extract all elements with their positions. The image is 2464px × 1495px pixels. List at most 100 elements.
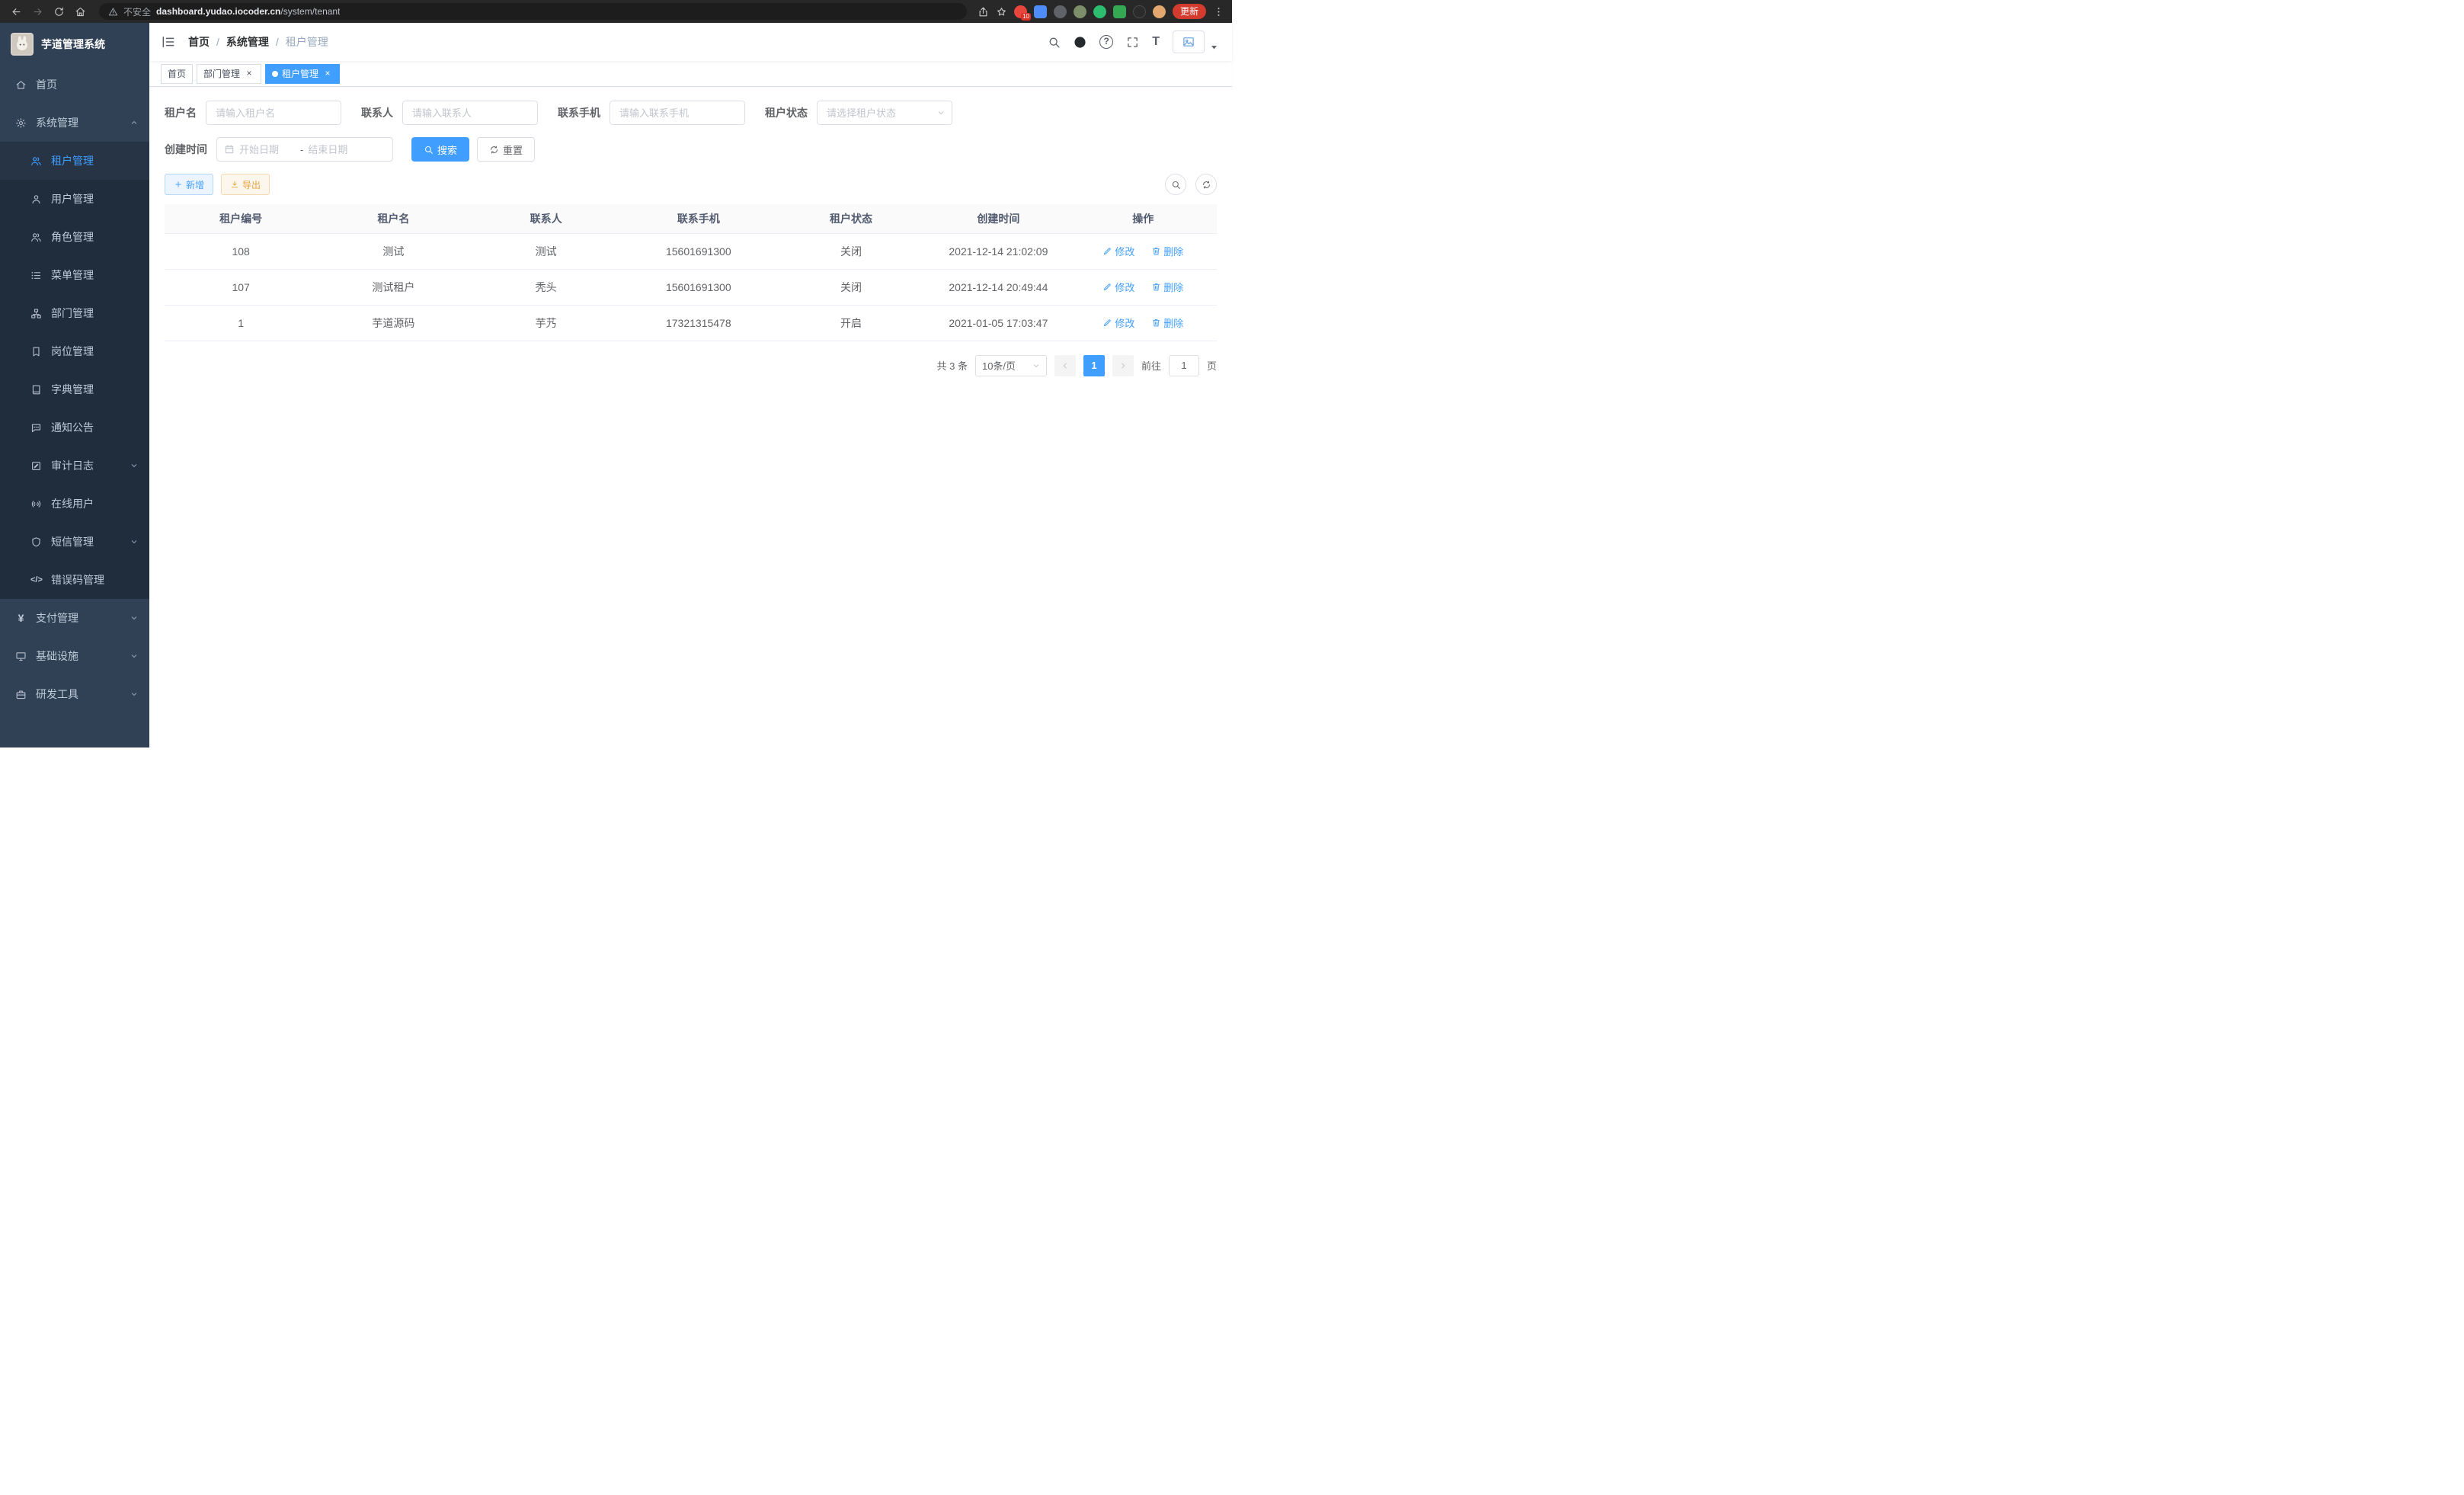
profile-avatar[interactable]: [1153, 5, 1166, 18]
extension-icon-1[interactable]: [1014, 5, 1027, 18]
table-row: 107 测试租户 秃头 15601691300 关闭 2021-12-14 20…: [165, 269, 1217, 305]
browser-reload-button[interactable]: [50, 3, 67, 20]
search-button[interactable]: 搜索: [411, 137, 469, 162]
close-icon[interactable]: ×: [244, 69, 254, 79]
bookmark-star-icon[interactable]: [996, 6, 1007, 18]
github-icon[interactable]: [1074, 36, 1086, 49]
next-page-button[interactable]: [1112, 355, 1134, 376]
calendar-icon: [224, 144, 235, 155]
tenant-name-input[interactable]: [206, 101, 341, 125]
sidebar-item-dictionary[interactable]: 字典管理: [0, 370, 149, 408]
close-icon[interactable]: ×: [322, 69, 333, 79]
trash-icon: [1151, 282, 1161, 292]
sidebar-item-departments[interactable]: 部门管理: [0, 294, 149, 332]
prev-page-button[interactable]: [1054, 355, 1076, 376]
date-range-picker[interactable]: -: [216, 137, 393, 162]
add-button[interactable]: 新增: [165, 174, 213, 195]
sidebar-item-audit-log[interactable]: 审计日志: [0, 447, 149, 485]
cell-tenant-id: 108: [165, 233, 317, 269]
refresh-table-button[interactable]: [1195, 174, 1217, 195]
edit-link[interactable]: 修改: [1102, 244, 1134, 258]
extension-icon-2[interactable]: [1034, 5, 1047, 18]
goto-prefix: 前往: [1141, 358, 1161, 373]
sidebar-item-infrastructure[interactable]: 基础设施: [0, 637, 149, 675]
page-number-button[interactable]: 1: [1083, 355, 1105, 376]
page-content: 租户名 联系人 联系手机 租户状态: [149, 87, 1232, 748]
share-icon[interactable]: [978, 6, 989, 18]
breadcrumb-system[interactable]: 系统管理: [226, 34, 269, 50]
hamburger-icon[interactable]: [161, 34, 176, 50]
url-bar[interactable]: 不安全 dashboard.yudao.iocoder.cn/system/te…: [99, 3, 967, 20]
cell-status: 开启: [775, 305, 927, 341]
sidebar-item-system[interactable]: 系统管理: [0, 104, 149, 142]
chevron-down-icon: [130, 613, 139, 623]
sidebar-item-roles[interactable]: 角色管理: [0, 218, 149, 256]
sidebar-item-users[interactable]: 用户管理: [0, 180, 149, 218]
app-logo: 芋道管理系统: [0, 23, 149, 66]
edit-link[interactable]: 修改: [1102, 315, 1134, 330]
browser-forward-button[interactable]: [29, 3, 46, 20]
sidebar-item-tenant[interactable]: 租户管理: [0, 142, 149, 180]
sidebar-item-sms[interactable]: 短信管理: [0, 523, 149, 561]
sidebar-item-posts[interactable]: 岗位管理: [0, 332, 149, 370]
breadcrumb-home[interactable]: 首页: [188, 34, 210, 50]
sidebar-item-label: 岗位管理: [51, 344, 94, 359]
breadcrumb: 首页 / 系统管理 / 租户管理: [188, 34, 328, 50]
chrome-update-button[interactable]: 更新: [1173, 4, 1206, 19]
sidebar-item-error-codes[interactable]: </> 错误码管理: [0, 561, 149, 599]
fullscreen-icon[interactable]: [1126, 36, 1139, 49]
header-search-icon[interactable]: [1048, 36, 1061, 49]
end-date-input[interactable]: [308, 144, 364, 155]
toggle-search-button[interactable]: [1165, 174, 1186, 195]
extension-icon-3[interactable]: [1054, 5, 1067, 18]
browser-menu-icon[interactable]: [1213, 6, 1224, 18]
status-select[interactable]: [817, 101, 952, 125]
sidebar-item-label: 短信管理: [51, 534, 94, 549]
cell-contact: 测试: [469, 233, 622, 269]
tab-home[interactable]: 首页: [161, 64, 193, 84]
chevron-down-icon: [130, 537, 139, 546]
sidebar-item-home[interactable]: 首页: [0, 66, 149, 104]
chevron-down-icon: [1032, 361, 1041, 370]
goto-page-input[interactable]: [1169, 355, 1199, 376]
shield-icon: [30, 536, 42, 548]
user-avatar-dropdown[interactable]: [1173, 30, 1221, 53]
sidebar-item-payment[interactable]: ¥ 支付管理: [0, 599, 149, 637]
plus-icon: [174, 180, 183, 189]
security-label[interactable]: 不安全: [123, 5, 151, 18]
sidebar-item-notice[interactable]: 通知公告: [0, 408, 149, 447]
sidebar-item-dev-tools[interactable]: 研发工具: [0, 675, 149, 713]
message-icon: [30, 422, 42, 434]
delete-link[interactable]: 删除: [1151, 315, 1183, 330]
export-button[interactable]: 导出: [221, 174, 270, 195]
help-icon[interactable]: ?: [1099, 35, 1113, 49]
status-label: 租户状态: [765, 105, 808, 120]
browser-home-button[interactable]: [72, 3, 88, 20]
create-time-label: 创建时间: [165, 142, 207, 157]
sidebar-item-menus[interactable]: 菜单管理: [0, 256, 149, 294]
pagination: 共 3 条 10条/页 1 前往 页: [165, 355, 1217, 376]
tab-departments[interactable]: 部门管理 ×: [197, 64, 261, 84]
page-size-select[interactable]: 10条/页: [975, 355, 1047, 376]
extension-icon-6[interactable]: [1113, 5, 1126, 18]
tab-tenant[interactable]: 租户管理 ×: [265, 64, 340, 84]
refresh-icon: [489, 145, 499, 155]
font-size-icon[interactable]: T: [1152, 35, 1160, 49]
extension-icon-7[interactable]: [1133, 5, 1146, 18]
delete-link[interactable]: 删除: [1151, 280, 1183, 294]
reset-button[interactable]: 重置: [477, 137, 535, 162]
start-date-input[interactable]: [239, 144, 296, 155]
contact-label: 联系人: [361, 105, 393, 120]
browser-back-button[interactable]: [8, 3, 24, 20]
extension-icon-5[interactable]: [1093, 5, 1106, 18]
edit-link[interactable]: 修改: [1102, 280, 1134, 294]
search-icon: [424, 145, 434, 155]
phone-input[interactable]: [610, 101, 745, 125]
delete-link[interactable]: 删除: [1151, 244, 1183, 258]
extension-icon-4[interactable]: [1074, 5, 1086, 18]
sidebar-item-online-users[interactable]: 在线用户: [0, 485, 149, 523]
date-separator: -: [300, 144, 303, 155]
cell-status: 关闭: [775, 269, 927, 305]
contact-input[interactable]: [402, 101, 538, 125]
roles-icon: [30, 232, 42, 243]
